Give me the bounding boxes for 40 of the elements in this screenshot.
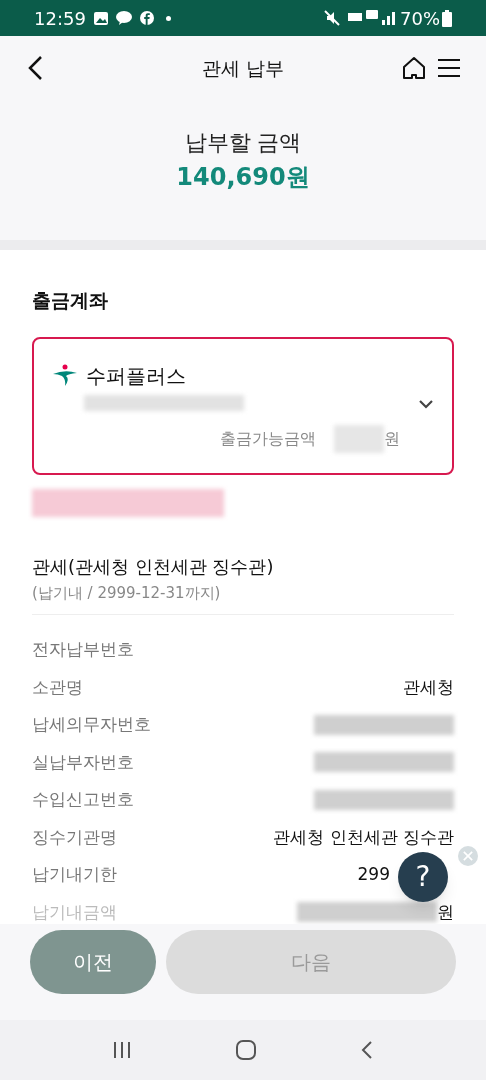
menu-icon[interactable] bbox=[438, 58, 460, 78]
available-unit: 원 bbox=[384, 427, 400, 450]
field-label: 실납부자번호 bbox=[32, 750, 134, 774]
chat-icon bbox=[115, 11, 132, 25]
section-title: 출금계좌 bbox=[32, 288, 109, 313]
field-label: 납세의무자번호 bbox=[32, 713, 151, 736]
account-name: 수퍼플러스 bbox=[86, 362, 186, 390]
back-nav-icon[interactable] bbox=[360, 1040, 375, 1060]
battery-icon bbox=[442, 9, 452, 27]
available-label: 출금가능금액 bbox=[220, 427, 316, 450]
hd-signal-icon bbox=[348, 9, 396, 27]
field-value: 관세청 bbox=[403, 675, 454, 699]
page-title: 관세 납부 bbox=[200, 55, 285, 81]
amount-value: 140,690원 bbox=[176, 162, 310, 193]
field-label: 수입신고번호 bbox=[32, 788, 134, 811]
field-label: 징수기관명 bbox=[32, 825, 117, 849]
blurred-block bbox=[334, 424, 384, 453]
recent-apps-icon[interactable] bbox=[111, 1041, 132, 1059]
home-icon[interactable] bbox=[402, 56, 426, 80]
tax-title: 관세(관세청 인천세관 징수관) bbox=[32, 554, 275, 579]
field-label: 전자납부번호 bbox=[32, 638, 134, 661]
field-value: 299 bbox=[357, 863, 390, 886]
tax-due-note: (납기내 / 2999-12-31까지) bbox=[32, 582, 222, 604]
home-button-icon[interactable] bbox=[235, 1039, 257, 1061]
bank-logo-icon bbox=[52, 363, 78, 388]
back-icon[interactable] bbox=[26, 55, 44, 81]
field-label: 납기내금액 bbox=[32, 900, 117, 924]
image-icon bbox=[93, 11, 108, 25]
chevron-down-icon bbox=[418, 398, 434, 409]
account-selector[interactable]: 수퍼플러스 출금가능금액 원 bbox=[32, 336, 454, 475]
status-time: 12:59 bbox=[34, 6, 86, 31]
facebook-icon bbox=[139, 11, 154, 25]
battery-percent: 70% bbox=[400, 6, 440, 31]
field-value: 관세청 인천세관 징수관 bbox=[273, 825, 454, 849]
amount-label: 납부할 금액 bbox=[184, 129, 302, 157]
mute-icon bbox=[324, 10, 340, 26]
field-label: 납기내기한 bbox=[32, 863, 117, 886]
field-value: 원 bbox=[437, 900, 454, 924]
dot-icon bbox=[165, 15, 171, 21]
field-label: 소관명 bbox=[32, 675, 83, 699]
